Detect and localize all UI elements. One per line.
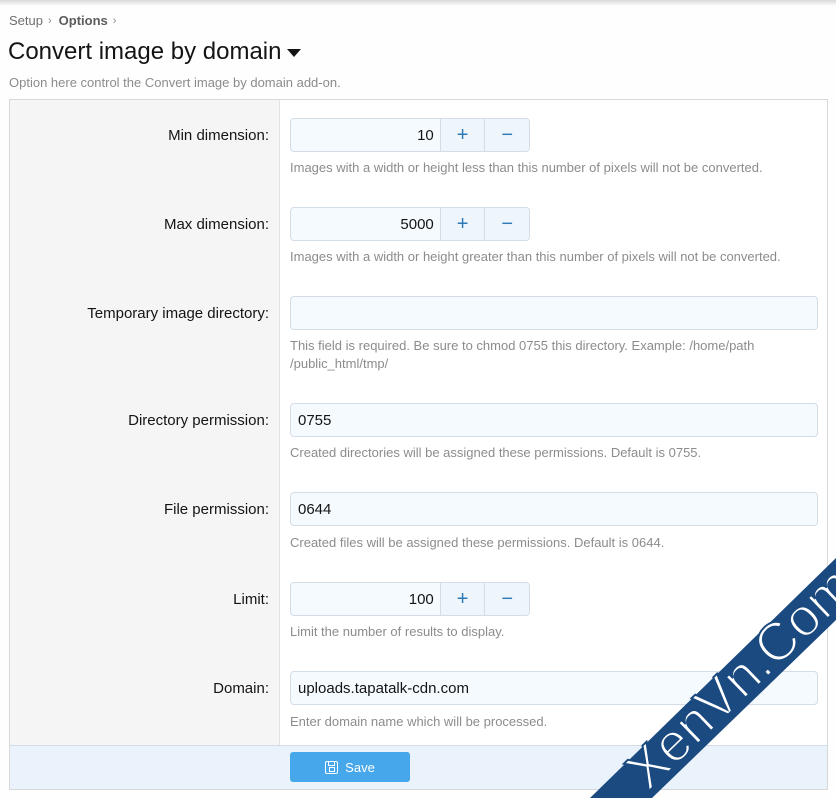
max-dimension-stepper[interactable]: 5000 + − xyxy=(290,207,530,241)
max-dimension-input[interactable]: 5000 xyxy=(291,208,440,240)
max-dimension-hint: Images with a width or height greater th… xyxy=(290,249,781,264)
chevron-right-icon: › xyxy=(112,14,117,27)
minus-icon: − xyxy=(501,587,514,610)
file-permission-hint: Created files will be assigned these per… xyxy=(290,535,665,550)
dir-permission-label: Directory permission: xyxy=(128,412,269,429)
limit-input[interactable]: 100 xyxy=(291,583,440,615)
min-dimension-minus-button[interactable]: − xyxy=(484,119,529,151)
min-dimension-plus-button[interactable]: + xyxy=(439,119,485,151)
min-dimension-input[interactable]: 10 xyxy=(291,119,440,151)
max-dimension-plus-button[interactable]: + xyxy=(439,208,485,240)
temp-dir-hint-line-1: This field is required. Be sure to chmod… xyxy=(290,338,755,353)
limit-stepper[interactable]: 100 + − xyxy=(290,582,530,616)
top-shadow xyxy=(0,0,836,6)
chevron-right-icon: › xyxy=(47,14,52,27)
plus-icon: + xyxy=(456,123,469,146)
minus-icon: − xyxy=(501,123,514,146)
page-description: Option here control the Convert image by… xyxy=(9,75,341,90)
save-button-label: Save xyxy=(345,759,375,775)
domain-input[interactable]: uploads.tapatalk-cdn.com xyxy=(290,671,818,705)
plus-icon: + xyxy=(456,212,469,235)
limit-label: Limit: xyxy=(233,591,269,608)
floppy-disk-icon xyxy=(325,760,339,774)
max-dimension-label: Max dimension: xyxy=(163,216,269,233)
form-footer: Save xyxy=(10,745,827,789)
caret-down-icon[interactable] xyxy=(287,49,302,57)
page-title: Convert image by domain xyxy=(8,38,282,65)
min-dimension-stepper[interactable]: 10 + − xyxy=(290,118,530,152)
plus-icon: + xyxy=(456,587,469,610)
save-button[interactable]: Save xyxy=(290,752,410,782)
temp-dir-hint-line-2: /public_html/tmp/ xyxy=(290,356,389,371)
domain-hint: Enter domain name which will be processe… xyxy=(290,714,548,729)
breadcrumb-options[interactable]: Options xyxy=(59,13,108,28)
title-row[interactable]: Convert image by domain xyxy=(8,38,302,66)
temp-dir-label: Temporary image directory: xyxy=(87,305,269,322)
min-dimension-label: Min dimension: xyxy=(168,127,269,144)
max-dimension-minus-button[interactable]: − xyxy=(484,208,529,240)
limit-minus-button[interactable]: − xyxy=(484,583,529,615)
options-panel: Min dimension: 10 + − Images with a widt… xyxy=(9,99,828,790)
breadcrumb-setup[interactable]: Setup xyxy=(9,13,43,28)
limit-plus-button[interactable]: + xyxy=(439,583,485,615)
dir-permission-hint: Created directories will be assigned the… xyxy=(290,445,702,460)
file-permission-label: File permission: xyxy=(163,501,269,518)
temp-dir-input[interactable] xyxy=(290,296,818,330)
minus-icon: − xyxy=(501,212,514,235)
dir-permission-input[interactable]: 0755 xyxy=(290,403,818,437)
min-dimension-hint: Images with a width or height less than … xyxy=(290,160,763,175)
file-permission-input[interactable]: 0644 xyxy=(290,492,818,526)
limit-hint: Limit the number of results to display. xyxy=(290,624,505,639)
breadcrumb: Setup › Options › xyxy=(9,13,123,28)
domain-label: Domain: xyxy=(213,680,269,697)
